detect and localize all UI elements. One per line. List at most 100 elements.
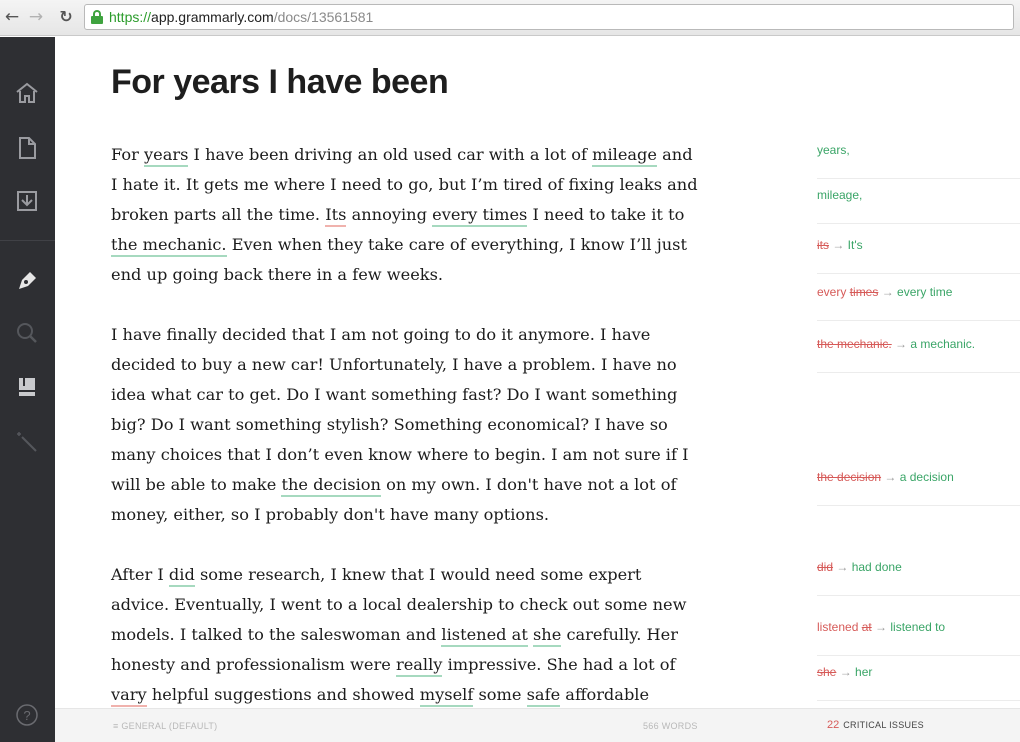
flagged-word[interactable]: mileage xyxy=(592,145,657,167)
suggestion-text: at xyxy=(861,620,872,634)
text-run: many choices that I don’t even know wher… xyxy=(111,445,689,464)
book-icon[interactable] xyxy=(14,374,40,400)
sidebar-divider xyxy=(0,240,55,241)
text-run: carefully. Her xyxy=(561,625,678,644)
suggestion-card[interactable]: listened at → listened to xyxy=(817,620,1020,656)
text-run: on my own. I don't have not a lot of xyxy=(380,475,677,494)
text-run: will be able to make xyxy=(111,475,282,494)
download-icon[interactable] xyxy=(14,188,40,214)
address-bar[interactable]: https://app.grammarly.com/docs/13561581 xyxy=(84,4,1014,30)
flagged-word[interactable]: the decision xyxy=(281,475,381,497)
reload-icon[interactable]: ↻ xyxy=(56,6,76,28)
flagged-word[interactable]: really xyxy=(395,655,443,677)
pen-icon[interactable] xyxy=(14,266,40,292)
text-line: I have finally decided that I am not goi… xyxy=(111,320,711,350)
flagged-word[interactable]: did xyxy=(168,565,195,587)
text-run: some research, I knew that I would need … xyxy=(194,565,642,584)
suggestion-text: the mechanic. xyxy=(817,337,892,351)
text-run: advice. Eventually, I went to a local de… xyxy=(111,595,687,614)
flagged-word[interactable]: the mechanic. xyxy=(111,235,227,257)
suggestion-text: its xyxy=(817,238,829,252)
search-icon[interactable] xyxy=(14,320,40,346)
help-icon[interactable]: ? xyxy=(14,702,40,728)
browser-toolbar: ← → ↻ https://app.grammarly.com/docs/135… xyxy=(0,0,1020,36)
suggestion-text: → xyxy=(829,238,848,252)
suggestion-text: → xyxy=(891,337,911,351)
text-line: I hate it. It gets me where I need to go… xyxy=(111,170,711,200)
text-line: the mechanic. Even when they take care o… xyxy=(111,230,711,260)
suggestion-text: years, xyxy=(817,143,850,157)
text-line: decided to buy a new car! Unfortunately,… xyxy=(111,350,711,380)
writing-mode-label[interactable]: ≡ GENERAL (DEFAULT) xyxy=(113,721,217,731)
flagged-word[interactable]: myself xyxy=(419,685,474,707)
text-run: Even when they take care of everything, … xyxy=(226,235,687,254)
paragraph: For years I have been driving an old use… xyxy=(111,140,711,290)
flagged-word[interactable]: Its xyxy=(325,205,347,227)
text-line: end up going back there in a few weeks. xyxy=(111,260,711,290)
status-bar: ≡ GENERAL (DEFAULT) 566 WORDS 22 CRITICAL… xyxy=(55,708,1020,742)
suggestion-text: listened xyxy=(890,620,936,634)
suggestion-text: to xyxy=(935,620,946,634)
text-run: idea what car to get. Do I want somethin… xyxy=(111,385,678,404)
flagged-word[interactable]: every times xyxy=(432,205,528,227)
suggestion-text: did xyxy=(817,560,834,574)
suggestion-card[interactable]: every times → every time xyxy=(817,285,1020,321)
text-run: I hate it. It gets me where I need to go… xyxy=(111,175,698,194)
critical-issues-label: CRITICAL ISSUES xyxy=(843,720,924,730)
text-line: honesty and professionalism were really … xyxy=(111,650,711,680)
suggestion-text: → xyxy=(836,665,856,679)
text-line: money, either, so I probably don't have … xyxy=(111,500,711,530)
back-arrow-icon[interactable]: ← xyxy=(2,6,22,28)
paragraph: I have finally decided that I am not goi… xyxy=(111,320,711,530)
sidebar: ? xyxy=(0,37,55,742)
text-run: broken parts all the time. xyxy=(111,205,326,224)
home-icon[interactable] xyxy=(14,80,40,106)
text-line: After I did some research, I knew that I… xyxy=(111,560,711,590)
text-run: money, either, so I probably don't have … xyxy=(111,505,550,524)
flagged-word[interactable]: safe xyxy=(526,685,561,707)
text-run: honesty and professionalism were xyxy=(111,655,396,674)
suggestion-card[interactable]: its → It's xyxy=(817,238,1020,274)
document-title[interactable]: For years I have been xyxy=(111,61,449,103)
forward-arrow-icon[interactable]: → xyxy=(26,6,46,28)
suggestion-card[interactable]: did → had done xyxy=(817,560,1020,596)
suggestion-text: her xyxy=(855,665,873,679)
suggestion-card[interactable]: years, xyxy=(817,143,1020,179)
document-icon[interactable] xyxy=(14,135,40,161)
suggestion-card[interactable]: mileage, xyxy=(817,188,1020,224)
suggestion-text: time xyxy=(929,285,953,299)
lock-icon xyxy=(91,10,103,24)
text-run: decided to buy a new car! Unfortunately,… xyxy=(111,355,677,374)
critical-issues[interactable]: 22 CRITICAL ISSUES xyxy=(827,719,924,731)
url-scheme: https:// xyxy=(109,9,152,25)
suggestion-text: every xyxy=(817,285,850,299)
flagged-word[interactable]: she xyxy=(533,625,562,647)
text-line: advice. Eventually, I went to a local de… xyxy=(111,590,711,620)
flagged-word[interactable]: years xyxy=(143,145,189,167)
text-run: impressive. She had a lot of xyxy=(442,655,676,674)
text-line: will be able to make the decision on my … xyxy=(111,470,711,500)
document-body[interactable]: For years I have been driving an old use… xyxy=(111,140,711,710)
suggestion-text: had done xyxy=(851,560,902,574)
url-text: https://app.grammarly.com/docs/13561581 xyxy=(109,9,373,26)
suggestion-text: she xyxy=(817,665,837,679)
flagged-word[interactable]: listened at xyxy=(441,625,528,647)
text-line: For years I have been driving an old use… xyxy=(111,140,711,170)
suggestion-card[interactable]: the decision → a decision xyxy=(817,470,1020,506)
svg-text:?: ? xyxy=(23,708,30,723)
text-line: many choices that I don’t even know wher… xyxy=(111,440,711,470)
text-run: I have been driving an old used car with… xyxy=(188,145,593,164)
text-run: I have finally decided that I am not goi… xyxy=(111,325,651,344)
text-run: end up going back there in a few weeks. xyxy=(111,265,444,284)
text-run: helpful suggestions and showed xyxy=(146,685,420,704)
suggestion-text: → xyxy=(881,470,900,484)
suggestion-text: the decision xyxy=(817,470,882,484)
text-run: After I xyxy=(111,565,169,584)
suggestion-card[interactable]: the mechanic. → a mechanic. xyxy=(817,337,1020,373)
text-line: idea what car to get. Do I want somethin… xyxy=(111,380,711,410)
suggestion-text: listened xyxy=(817,620,862,634)
text-line: big? Do I want something stylish? Someth… xyxy=(111,410,711,440)
flagged-word[interactable]: vary xyxy=(111,685,147,707)
suggestion-card[interactable]: she → her xyxy=(817,665,1020,701)
magic-wand-icon[interactable] xyxy=(14,429,40,455)
